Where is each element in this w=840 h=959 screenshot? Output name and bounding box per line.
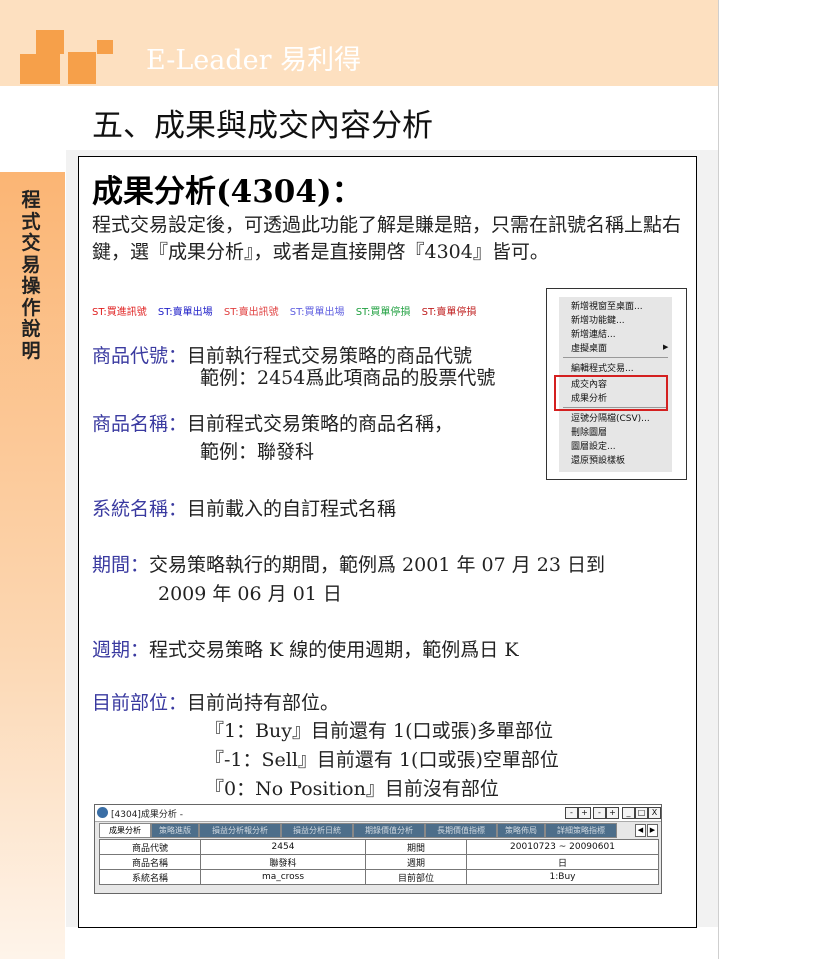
- submenu-arrow-icon: ▶: [663, 343, 669, 351]
- menu-item-layer-settings[interactable]: 圖層設定...: [571, 439, 616, 452]
- table-row: 商品名稱 聯發科 週期 日: [99, 854, 659, 870]
- tab-pnl-daily[interactable]: 損益分析日統: [281, 823, 353, 838]
- logo-square: [97, 40, 113, 54]
- code-desc: 目前執行程式交易策略的商品代號: [187, 345, 473, 367]
- zoom-plus-button[interactable]: +: [606, 807, 619, 819]
- table-cell-label: 目前部位: [365, 869, 467, 885]
- table-cell-label: 商品名稱: [99, 854, 201, 870]
- signal-legend: ST:買進訊號 ST:賣單出場 ST:賣出訊號 ST:買單出場 ST:買單停損 …: [92, 303, 484, 318]
- position-line: 目前部位：目前尚持有部位。: [92, 691, 339, 715]
- table-cell-label: 週期: [365, 854, 467, 870]
- position-label: 目前部位：: [92, 692, 188, 714]
- maximize-button[interactable]: □: [635, 807, 648, 819]
- code-example: 範例：2454爲此項商品的股票代號: [200, 367, 496, 389]
- window-titlebar: [4304]成果分析 - - + - + _ □ X: [95, 805, 661, 822]
- code-line: 商品代號：目前執行程式交易策略的商品代號: [92, 344, 472, 368]
- period-line: 期間：交易策略執行的期間，範例爲 2001 年 07 月 23 日到: [92, 553, 605, 577]
- tab-detailed-indicators[interactable]: 詳細策略指標: [545, 823, 617, 838]
- table-cell-label: 商品代號: [99, 839, 201, 855]
- page: E-Leader 易利得 程式交易操作說明 五、成果與成交內容分析 成果分析(4…: [0, 0, 719, 959]
- table-row: 商品代號 2454 期間 20010723 ~ 20090601: [99, 839, 659, 855]
- table-row: 系統名稱 ma_cross 目前部位 1:Buy: [99, 869, 659, 885]
- cycle-label: 週期：: [92, 639, 150, 661]
- tab-strategy-layout[interactable]: 策略佈局: [497, 823, 545, 838]
- legend-short-exit: ST:賣單出場: [157, 307, 213, 318]
- menu-item-export-csv[interactable]: 逗號分隔檔(CSV)...: [571, 411, 650, 424]
- table-cell-label: 期間: [365, 839, 467, 855]
- tab-prev-button[interactable]: ◀: [635, 824, 646, 837]
- zoom-minus-button[interactable]: -: [593, 807, 606, 819]
- link-plus-button[interactable]: +: [578, 807, 591, 819]
- tab-long-term-index[interactable]: 長期價值指標: [425, 823, 497, 838]
- header-banner: E-Leader 易利得: [0, 0, 718, 86]
- section-title: 五、成果與成交內容分析: [92, 108, 433, 144]
- name-example: 範例：聯發科: [200, 441, 315, 463]
- menu-item-virtual-desktop[interactable]: 虛擬桌面: [571, 341, 607, 354]
- position-desc: 目前尚持有部位。: [187, 692, 340, 714]
- app-icon: [97, 807, 108, 818]
- table-cell-value: 聯發科: [200, 854, 366, 870]
- tab-value-analysis[interactable]: 期錄價值分析: [353, 823, 425, 838]
- table-cell-value: 日: [466, 854, 659, 870]
- position-buy: 『1：Buy』目前還有 1(口或張)多單部位: [205, 720, 553, 742]
- tab-strategy[interactable]: 策略進版: [151, 823, 199, 838]
- intro-text: 程式交易設定後，可透過此功能了解是賺是賠，只需在訊號名稱上點右鍵，選『成果分析』…: [92, 214, 682, 263]
- position-none: 『0：No Position』目前沒有部位: [205, 778, 499, 800]
- code-label: 商品代號：: [92, 345, 188, 367]
- menu-item-add-function-key[interactable]: 新增功能鍵...: [571, 313, 625, 326]
- table-cell-value: 1:Buy: [466, 869, 659, 885]
- link-minus-button[interactable]: -: [565, 807, 578, 819]
- window-tabs: 成果分析 策略進版 損益分析報分析 損益分析日統 期錄價值分析 長期價值指標 策…: [95, 823, 661, 838]
- summary-table: 商品代號 2454 期間 20010723 ~ 20090601 商品名稱 聯發…: [99, 839, 659, 885]
- system-label: 系統名稱：: [92, 498, 188, 520]
- name-desc: 目前程式交易策略的商品名稱，: [187, 413, 454, 435]
- highlight-box: [554, 375, 668, 411]
- table-cell-label: 系統名稱: [99, 869, 201, 885]
- menu-item-edit-program-trade[interactable]: 編輯程式交易...: [571, 361, 634, 374]
- analysis-window-screenshot: [4304]成果分析 - - + - + _ □ X 成果分析 策略進版 損益分…: [94, 804, 662, 894]
- menu-separator: [563, 357, 668, 358]
- legend-sell-signal: ST:賣出訊號: [223, 307, 279, 318]
- legend-short-stop: ST:賣單停損: [421, 307, 477, 318]
- legend-long-exit: ST:買單出場: [289, 307, 345, 318]
- period-desc: 交易策略執行的期間，範例爲 2001 年 07 月 23 日到: [149, 554, 605, 576]
- legend-long-stop: ST:買單停損: [355, 307, 411, 318]
- name-label: 商品名稱：: [92, 413, 188, 435]
- system-line: 系統名稱：目前載入的自訂程式名稱: [92, 497, 396, 521]
- menu-item-delete-layer[interactable]: 刪除圖層: [571, 425, 607, 438]
- tab-next-button[interactable]: ▶: [647, 824, 658, 837]
- cycle-desc: 程式交易策略 K 線的使用週期，範例爲日 K: [149, 639, 519, 661]
- cycle-line: 週期：程式交易策略 K 線的使用週期，範例爲日 K: [92, 638, 519, 662]
- window-title: [4304]成果分析 -: [111, 810, 184, 820]
- logo-square: [68, 52, 96, 84]
- logo-text: E-Leader 易利得: [146, 45, 362, 76]
- period-desc-2: 2009 年 06 月 01 日: [158, 583, 342, 605]
- menu-item-add-link[interactable]: 新增連結...: [571, 327, 616, 340]
- heading: 成果分析(4304)：: [92, 174, 363, 210]
- table-cell-value: ma_cross: [200, 869, 366, 885]
- system-desc: 目前載入的自訂程式名稱: [187, 498, 397, 520]
- legend-buy-signal: ST:買進訊號: [92, 307, 147, 318]
- logo-square: [36, 30, 64, 54]
- tab-pnl-analysis[interactable]: 損益分析報分析: [199, 823, 281, 838]
- minimize-button[interactable]: _: [622, 807, 635, 819]
- position-sell: 『-1：Sell』目前還有 1(口或張)空單部位: [205, 749, 559, 771]
- menu-item-add-window[interactable]: 新增視窗至桌面...: [571, 299, 643, 312]
- tab-performance-analysis[interactable]: 成果分析: [99, 823, 151, 838]
- table-cell-value: 20010723 ~ 20090601: [466, 839, 659, 855]
- period-label: 期間：: [92, 554, 150, 576]
- sidebar-title: 程式交易操作說明: [21, 189, 41, 362]
- table-cell-value: 2454: [200, 839, 366, 855]
- close-button[interactable]: X: [648, 807, 661, 819]
- logo-square: [20, 54, 60, 84]
- name-line: 商品名稱：目前程式交易策略的商品名稱，: [92, 412, 453, 436]
- menu-item-restore-template[interactable]: 還原預設樣板: [571, 453, 625, 466]
